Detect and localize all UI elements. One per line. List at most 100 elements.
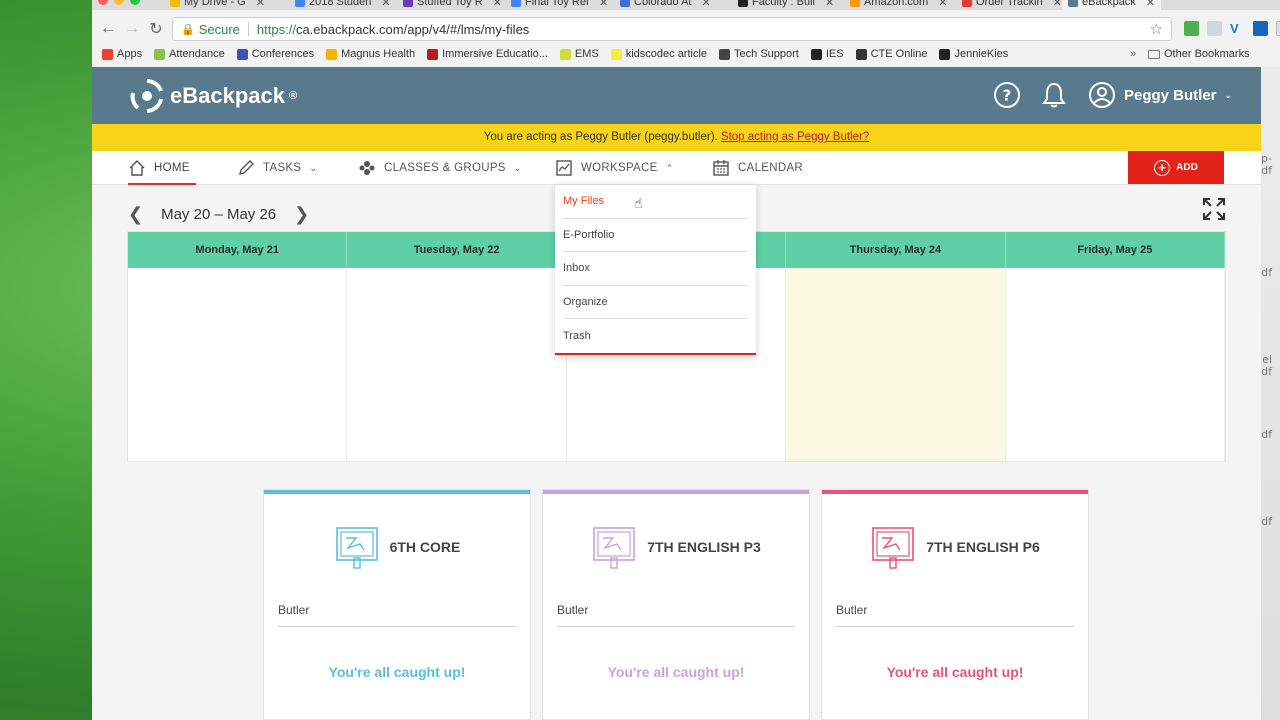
extension-icon[interactable] bbox=[1184, 21, 1199, 36]
close-tab-icon[interactable]: ✕ bbox=[1146, 0, 1155, 9]
bookmark-item[interactable]: IES bbox=[810, 48, 844, 60]
bookmark-item[interactable]: kidscodec article bbox=[610, 48, 707, 60]
tab-favicon-icon bbox=[620, 0, 630, 7]
minimize-window-icon[interactable] bbox=[114, 0, 124, 5]
add-button[interactable]: + ADD bbox=[1128, 151, 1224, 184]
window-controls bbox=[98, 0, 140, 5]
hand-cursor-icon: ☝ bbox=[634, 195, 643, 211]
bookmark-favicon-icon bbox=[610, 48, 622, 60]
lock-icon: 🔒 bbox=[181, 23, 195, 36]
secure-label: Secure bbox=[198, 21, 240, 37]
extension-icon[interactable] bbox=[1253, 21, 1268, 36]
reload-icon[interactable]: ↻ bbox=[144, 17, 168, 41]
nav-home[interactable]: HOME bbox=[128, 151, 196, 185]
stop-acting-link[interactable]: Stop acting as Peggy Butler? bbox=[721, 131, 869, 143]
tab-favicon-icon bbox=[738, 0, 748, 7]
vimeo-icon[interactable]: V bbox=[1230, 21, 1245, 36]
browser-tab[interactable]: eBackpack ✕ bbox=[1062, 0, 1162, 10]
close-tab-icon[interactable]: ✕ bbox=[493, 0, 502, 9]
browser-tab[interactable]: 2018 Studen ✕ bbox=[289, 0, 397, 10]
forward-icon[interactable]: → bbox=[120, 17, 144, 41]
close-tab-icon[interactable]: ✕ bbox=[599, 0, 608, 9]
class-card[interactable]: 7TH ENGLISH P3 Butler You're all caught … bbox=[542, 489, 810, 720]
ebackpack-logo-icon bbox=[130, 79, 163, 113]
close-tab-icon[interactable]: ✕ bbox=[825, 0, 834, 9]
tab-favicon-icon bbox=[962, 0, 972, 7]
bookmark-favicon-icon bbox=[719, 48, 731, 60]
workspace-menu-item-my-files[interactable]: My Files bbox=[563, 185, 748, 219]
workspace-menu-item-inbox[interactable]: Inbox bbox=[563, 252, 748, 286]
calendar-day-header: Tuesday, May 22 bbox=[347, 232, 567, 268]
other-bookmarks[interactable]: Other Bookmarks bbox=[1148, 48, 1250, 60]
browser-tab[interactable]: My Drive - G ✕ bbox=[164, 0, 271, 10]
workspace-menu-item-e-portfolio[interactable]: E-Portfolio bbox=[563, 219, 748, 253]
bookmark-item[interactable]: Immersive Educatio... bbox=[427, 48, 548, 60]
bookmark-item[interactable]: JennieKies bbox=[939, 48, 1008, 60]
bookmark-item[interactable]: Attendance bbox=[154, 48, 225, 60]
extension-icons: V bbox=[1184, 21, 1280, 36]
chevron-down-icon: ⌄ bbox=[309, 162, 318, 173]
calendar-day-cell[interactable] bbox=[347, 268, 567, 461]
calendar-icon bbox=[713, 160, 729, 176]
close-window-icon[interactable] bbox=[98, 0, 108, 5]
bookmark-item[interactable]: Magnus Health bbox=[326, 48, 415, 60]
maximize-window-icon[interactable] bbox=[130, 0, 140, 5]
class-card[interactable]: 7TH ENGLISH P6 Butler You're all caught … bbox=[821, 489, 1089, 720]
bookmark-item[interactable]: EMS bbox=[559, 48, 599, 60]
bookmark-item[interactable]: CTE Online bbox=[855, 48, 927, 60]
workspace-chart-icon bbox=[556, 160, 572, 176]
workspace-menu-item-organize[interactable]: Organize bbox=[563, 286, 748, 320]
browser-tab[interactable]: Final Toy Ref ✕ bbox=[505, 0, 614, 10]
browser-tab[interactable]: Stuffed Toy R ✕ bbox=[397, 0, 508, 10]
close-tab-icon[interactable]: ✕ bbox=[938, 0, 947, 9]
browser-tab[interactable]: Colorado At ✕ bbox=[614, 0, 717, 10]
bell-icon[interactable] bbox=[1040, 81, 1068, 109]
bookmarks-overflow[interactable]: » bbox=[1130, 48, 1136, 60]
chevron-down-icon: ⌄ bbox=[513, 162, 522, 173]
close-tab-icon[interactable]: ✕ bbox=[256, 0, 265, 9]
close-tab-icon[interactable]: ✕ bbox=[1053, 0, 1062, 9]
next-week-icon[interactable]: ❯ bbox=[294, 204, 309, 225]
nav-tasks[interactable]: TASKS ⌄ bbox=[237, 151, 317, 185]
acting-as-text: You are acting as Peggy Butler (peggy.bu… bbox=[483, 131, 721, 143]
url-protocol: https:// bbox=[256, 21, 296, 37]
nav-calendar[interactable]: CALENDAR bbox=[712, 151, 803, 185]
help-icon[interactable]: ? bbox=[993, 81, 1021, 109]
calendar-day-cell[interactable] bbox=[1006, 268, 1226, 461]
close-tab-icon[interactable]: ✕ bbox=[701, 0, 710, 9]
class-teacher: Butler bbox=[836, 603, 868, 617]
home-icon bbox=[129, 160, 145, 176]
bookmark-item[interactable]: Tech Support bbox=[719, 48, 799, 60]
calendar-day-cell[interactable] bbox=[786, 268, 1006, 461]
back-icon[interactable]: ← bbox=[96, 17, 120, 41]
workspace-menu-item-trash[interactable]: Trash bbox=[563, 319, 748, 353]
bookmark-star-icon[interactable]: ☆ bbox=[1150, 20, 1163, 38]
calendar-day-cell[interactable] bbox=[128, 268, 348, 461]
browser-tab[interactable]: Amazon.com ✕ bbox=[844, 0, 953, 10]
tab-favicon-icon bbox=[170, 0, 180, 7]
bookmark-item[interactable]: Conferences bbox=[236, 48, 314, 60]
prev-week-icon[interactable]: ❮ bbox=[128, 204, 143, 225]
browser-tab[interactable]: Faculty : Buil ✕ bbox=[732, 0, 840, 10]
chevron-down-icon: ⌄ bbox=[1224, 89, 1233, 100]
browser-tab[interactable]: Order Trackin ✕ bbox=[956, 0, 1068, 10]
user-menu[interactable]: Peggy Butler ⌄ bbox=[1088, 81, 1232, 109]
pencil-icon bbox=[239, 160, 254, 175]
nav-workspace[interactable]: WORKSPACE ⌃ bbox=[555, 151, 673, 185]
address-bar[interactable]: 🔒 Secure https:// ca.ebackpack.com/app/v… bbox=[172, 17, 1172, 41]
class-name: 6TH CORE bbox=[389, 539, 461, 555]
calendar-day-header: Thursday, May 24 bbox=[786, 232, 1006, 268]
bookmark-item[interactable]: Apps bbox=[102, 48, 142, 60]
bookmark-favicon-icon bbox=[855, 48, 867, 60]
expand-icon[interactable] bbox=[1202, 197, 1226, 221]
bookmark-favicon-icon bbox=[939, 48, 951, 60]
acting-as-banner: You are acting as Peggy Butler (peggy.bu… bbox=[92, 124, 1261, 151]
plus-icon: + bbox=[1154, 159, 1171, 176]
cloud-icon[interactable] bbox=[1207, 21, 1222, 36]
ebackpack-logo[interactable]: eBackpack ® bbox=[128, 77, 297, 115]
class-name: 7TH ENGLISH P6 bbox=[926, 539, 1040, 555]
nav-classes-groups[interactable]: CLASSES & GROUPS ⌄ bbox=[358, 151, 522, 185]
extension-icon[interactable] bbox=[1276, 21, 1280, 36]
class-card[interactable]: 6TH CORE Butler You're all caught up! bbox=[263, 489, 531, 720]
close-tab-icon[interactable]: ✕ bbox=[381, 0, 390, 9]
